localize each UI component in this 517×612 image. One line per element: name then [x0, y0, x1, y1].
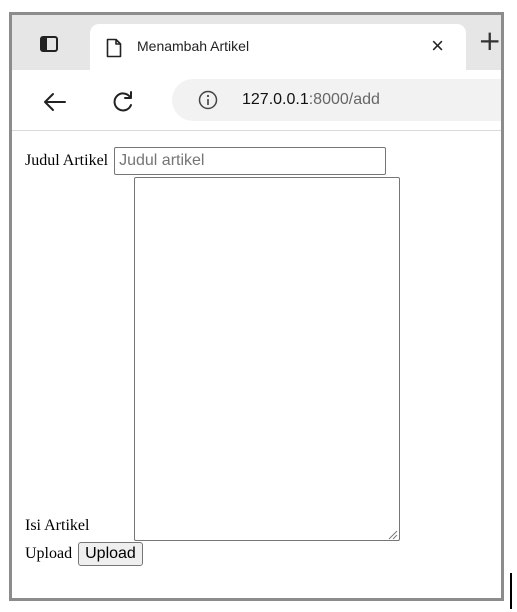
page-content: Judul Artikel Isi Artikel Upload Upload: [12, 131, 501, 598]
url-path: :8000/add: [308, 91, 380, 108]
info-icon[interactable]: [198, 90, 218, 110]
page-icon: [106, 38, 124, 58]
back-icon[interactable]: [40, 87, 70, 117]
close-tab-icon[interactable]: ×: [431, 34, 444, 58]
reload-icon[interactable]: [108, 87, 138, 117]
navigation-toolbar: 127.0.0.1:8000/add: [12, 70, 501, 131]
content-label: Isi Artikel: [25, 517, 90, 534]
tab-title: Menambah Artikel: [137, 38, 250, 54]
content-textarea[interactable]: [134, 177, 400, 541]
upload-row: Upload Upload: [25, 542, 143, 566]
title-label: Judul Artikel: [25, 152, 109, 169]
title-input[interactable]: [114, 147, 387, 175]
url-host: 127.0.0.1: [242, 91, 309, 108]
resize-grip-icon[interactable]: [386, 527, 398, 540]
url-text: 127.0.0.1:8000/add: [242, 91, 380, 109]
tab-strip: Menambah Artikel × +: [12, 15, 501, 70]
address-bar[interactable]: 127.0.0.1:8000/add: [172, 79, 501, 121]
text-cursor: [510, 573, 512, 609]
tab-actions-icon[interactable]: [36, 31, 62, 57]
upload-label: Upload: [25, 545, 73, 562]
new-tab-icon[interactable]: +: [478, 27, 501, 55]
title-row: Judul Artikel: [25, 147, 387, 175]
browser-window: Menambah Artikel × + 127.0.0.1:8000/add …: [9, 12, 504, 601]
tab-active[interactable]: Menambah Artikel ×: [90, 24, 466, 70]
upload-button[interactable]: Upload: [78, 542, 143, 566]
